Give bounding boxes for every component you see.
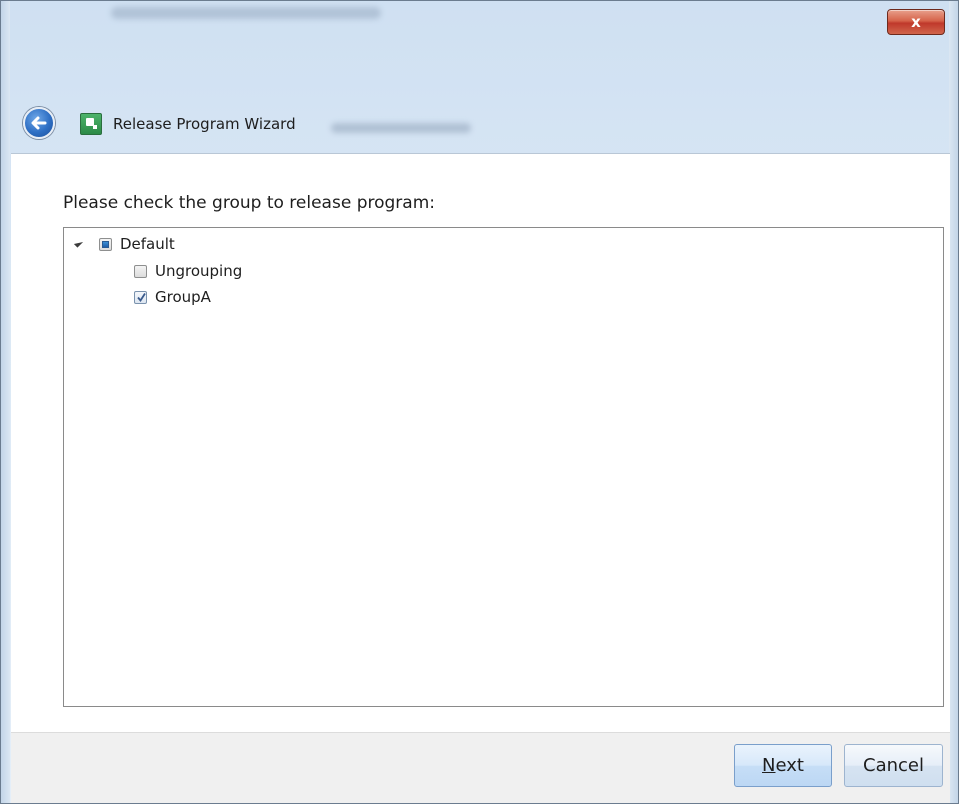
tree-item-label: GroupA (155, 288, 211, 306)
wizard-footer: Next Cancel (11, 732, 950, 803)
tree-item-groupa[interactable]: GroupA (134, 287, 434, 307)
back-arrow-icon (31, 116, 47, 130)
next-button[interactable]: Next (734, 744, 832, 787)
tree-item-default[interactable]: Default (64, 234, 364, 254)
cancel-label: Cancel (863, 755, 924, 776)
app-icon (80, 113, 102, 135)
wizard-header: Release Program Wizard (1, 103, 958, 147)
tree-item-ungrouping[interactable]: Ungrouping (134, 261, 434, 281)
instruction-text: Please check the group to release progra… (63, 193, 435, 213)
checkmark-icon (137, 292, 146, 302)
tree-item-label: Ungrouping (155, 262, 243, 280)
tree-item-label: Default (120, 235, 175, 253)
cancel-button[interactable]: Cancel (844, 744, 943, 787)
wizard-window: x Release Program Wizard Please check th… (0, 0, 959, 804)
checkbox-ungrouping[interactable] (134, 264, 147, 278)
checkbox-default[interactable] (99, 237, 112, 251)
group-tree[interactable]: Default Ungrouping GroupA (63, 227, 944, 707)
back-button[interactable] (23, 107, 55, 139)
close-icon: x (911, 13, 921, 31)
blurred-title-text (111, 7, 381, 19)
next-mnemonic: N (762, 755, 776, 776)
blurred-subtitle-text (331, 123, 471, 133)
wizard-title: Release Program Wizard (113, 115, 296, 133)
expand-triangle-icon[interactable] (73, 238, 84, 248)
wizard-content: Please check the group to release progra… (11, 153, 950, 733)
next-label: ext (775, 755, 804, 776)
close-button[interactable]: x (887, 9, 945, 35)
checkbox-groupa[interactable] (134, 290, 147, 304)
